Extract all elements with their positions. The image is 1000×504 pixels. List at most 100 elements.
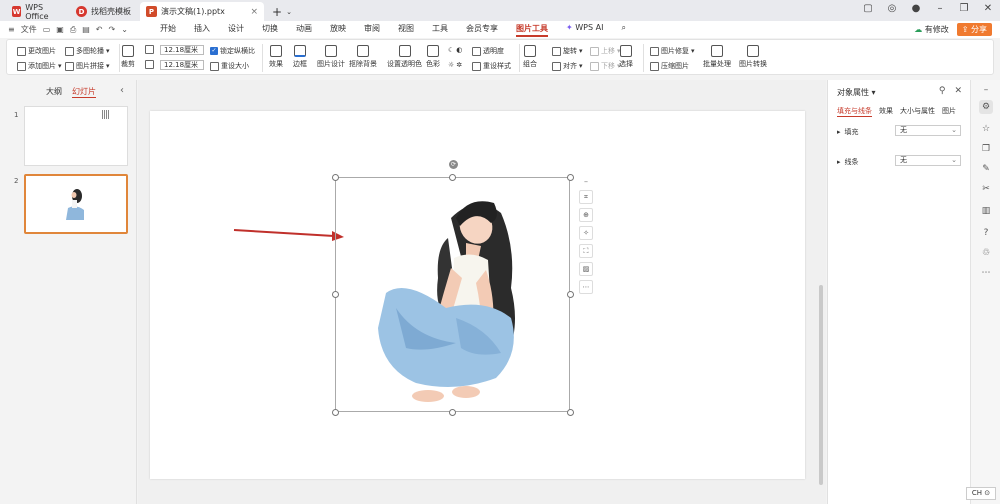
adjust-icons-2[interactable]: ☼ ✲ [448, 61, 462, 69]
resize-handle-se[interactable] [567, 409, 574, 416]
collapse-icon[interactable]: ‹ [120, 85, 124, 96]
resize-handle-s[interactable] [449, 409, 456, 416]
skin-icon[interactable]: ♲ [979, 246, 993, 260]
skin-icon[interactable]: ◎ [886, 3, 898, 14]
minimize-icon[interactable]: – [934, 3, 946, 14]
menu-slideshow[interactable]: 放映 [330, 23, 346, 37]
print-icon[interactable]: ⎙ [70, 25, 76, 35]
layout-icon[interactable]: ▢ [862, 3, 874, 14]
properties-icon[interactable]: ⚙ [979, 100, 993, 114]
fill-select[interactable]: 无 ⌄ [895, 125, 961, 136]
ime-indicator[interactable]: CH ⊙ [966, 487, 996, 500]
close-pane-icon[interactable]: ✕ [954, 86, 962, 96]
layout-icon[interactable]: ▥ [979, 204, 993, 218]
tools-icon[interactable]: ✂ [979, 182, 993, 196]
bring-up-button[interactable]: 上移 ▾ [590, 46, 621, 56]
tab-docer-templates[interactable]: D 找稻壳模板 [70, 2, 140, 21]
tab-outline[interactable]: 大纲 [46, 86, 62, 98]
wps-ai-button[interactable]: ✦ WPS AI [566, 23, 603, 37]
pane-title[interactable]: 对象属性 ▾ [837, 87, 876, 98]
zoom-icon[interactable]: ⊕ [579, 208, 593, 222]
multi-carousel-button[interactable]: 多图轮播 ▾ [65, 46, 110, 56]
file-menu[interactable]: 文件 [21, 24, 37, 35]
picture-effect-icon[interactable]: ▨ [579, 262, 593, 276]
minus-icon[interactable]: – [979, 83, 993, 97]
resize-handle-sw[interactable] [332, 409, 339, 416]
compress-button[interactable]: 压缩图片 [650, 61, 689, 71]
remove-background-button[interactable]: 抠除背景 [349, 45, 377, 69]
rotate-button[interactable]: 旋转 ▾ [552, 46, 583, 56]
more-icon[interactable]: ⋯ [979, 266, 993, 280]
picture-convert-button[interactable]: 图片转换 [739, 45, 767, 69]
color-button[interactable]: 色彩 [426, 45, 440, 69]
line-section[interactable]: ▸ 线条 [837, 157, 859, 167]
add-picture-button[interactable]: 添加图片 ▾ [17, 61, 62, 71]
tab-presentation[interactable]: P 演示文稿(1).pptx × [140, 2, 264, 21]
height-input[interactable]: 12.18厘米 [160, 60, 204, 70]
layers-icon[interactable]: ❐ [979, 142, 993, 156]
picture-repair-button[interactable]: 图片修复 ▾ [650, 46, 695, 56]
magic-icon[interactable]: ✧ [579, 226, 593, 240]
transparency-button[interactable]: 透明度 [472, 46, 504, 56]
menu-picture-tools[interactable]: 图片工具 [516, 23, 548, 37]
more-options-icon[interactable]: ⋯ [579, 280, 593, 294]
close-tab-icon[interactable]: × [250, 7, 258, 17]
align-button[interactable]: 对齐 ▾ [552, 61, 583, 71]
set-transparent-button[interactable]: 设置透明色 [387, 45, 422, 69]
menu-design[interactable]: 设计 [228, 23, 244, 37]
pin-icon[interactable]: ⚲ [939, 86, 946, 96]
open-icon[interactable]: ▭ [43, 25, 51, 34]
new-tab-button[interactable]: + ⌄ [266, 2, 292, 21]
resize-handle-w[interactable] [332, 291, 339, 298]
crop-button[interactable]: 裁剪 [121, 45, 135, 69]
lock-ratio-checkbox[interactable]: ✓ 锁定纵横比 [210, 46, 255, 56]
edit-icon[interactable]: ✎ [979, 162, 993, 176]
undo-icon[interactable]: ↶ [96, 25, 103, 34]
tab-slides[interactable]: 幻灯片 [72, 86, 96, 98]
export-icon[interactable]: ▤ [82, 25, 90, 34]
save-icon[interactable]: ▣ [56, 25, 64, 34]
reset-style-button[interactable]: 重设样式 [472, 61, 511, 71]
line-select[interactable]: 无 ⌄ [895, 155, 961, 166]
send-down-button[interactable]: 下移 ▾ [590, 61, 621, 71]
search-icon[interactable]: ⌕ [621, 23, 625, 37]
collapse-toolbar-icon[interactable]: – [584, 177, 588, 186]
star-icon[interactable]: ☆ [979, 122, 993, 136]
slide-thumbnail-1[interactable] [24, 106, 128, 166]
menu-tools[interactable]: 工具 [432, 23, 448, 37]
edit-status[interactable]: ☁ 有修改 [914, 24, 949, 35]
border-button[interactable]: 边框 [293, 45, 307, 69]
tab-wps-office[interactable]: W WPS Office [6, 2, 68, 21]
combine-button[interactable]: 组合 [523, 45, 537, 69]
resize-handle-n[interactable] [449, 174, 456, 181]
menu-start[interactable]: 开始 [160, 23, 176, 37]
rotate-handle[interactable]: ⟳ [449, 160, 458, 169]
selected-picture[interactable] [335, 177, 570, 412]
width-input[interactable]: 12.18厘米 [160, 45, 204, 55]
batch-process-button[interactable]: 批量处理 [703, 45, 731, 69]
tab-fill-line[interactable]: 填充与线条 [837, 106, 872, 117]
close-icon[interactable]: ✕ [982, 3, 994, 14]
fill-section[interactable]: ▸ 填充 [837, 127, 859, 137]
fit-icon[interactable]: ⛶ [579, 244, 593, 258]
help-icon[interactable]: ? [979, 226, 993, 240]
vertical-scrollbar[interactable] [819, 285, 823, 485]
picture-merge-button[interactable]: 图片拼接 ▾ [65, 61, 110, 71]
menu-insert[interactable]: 插入 [194, 23, 210, 37]
maximize-icon[interactable]: ❐ [958, 3, 970, 14]
menu-transition[interactable]: 切换 [262, 23, 278, 37]
tab-picture[interactable]: 图片 [942, 106, 956, 117]
redo-icon[interactable]: ↷ [109, 25, 116, 34]
resize-handle-e[interactable] [567, 291, 574, 298]
more-icon[interactable]: ⌄ [121, 25, 128, 34]
slide-thumbnail-2[interactable] [24, 174, 128, 234]
tab-size-property[interactable]: 大小与属性 [900, 106, 935, 117]
crop-icon[interactable]: ⌗ [579, 190, 593, 204]
menu-review[interactable]: 审阅 [364, 23, 380, 37]
select-button[interactable]: 选择 [619, 45, 633, 69]
menu-view[interactable]: 视图 [398, 23, 414, 37]
effect-button[interactable]: 效果 [269, 45, 283, 69]
resize-handle-ne[interactable] [567, 174, 574, 181]
reset-size-button[interactable]: 重设大小 [210, 61, 249, 71]
adjust-icons[interactable]: ☾ ◐ [448, 46, 462, 54]
